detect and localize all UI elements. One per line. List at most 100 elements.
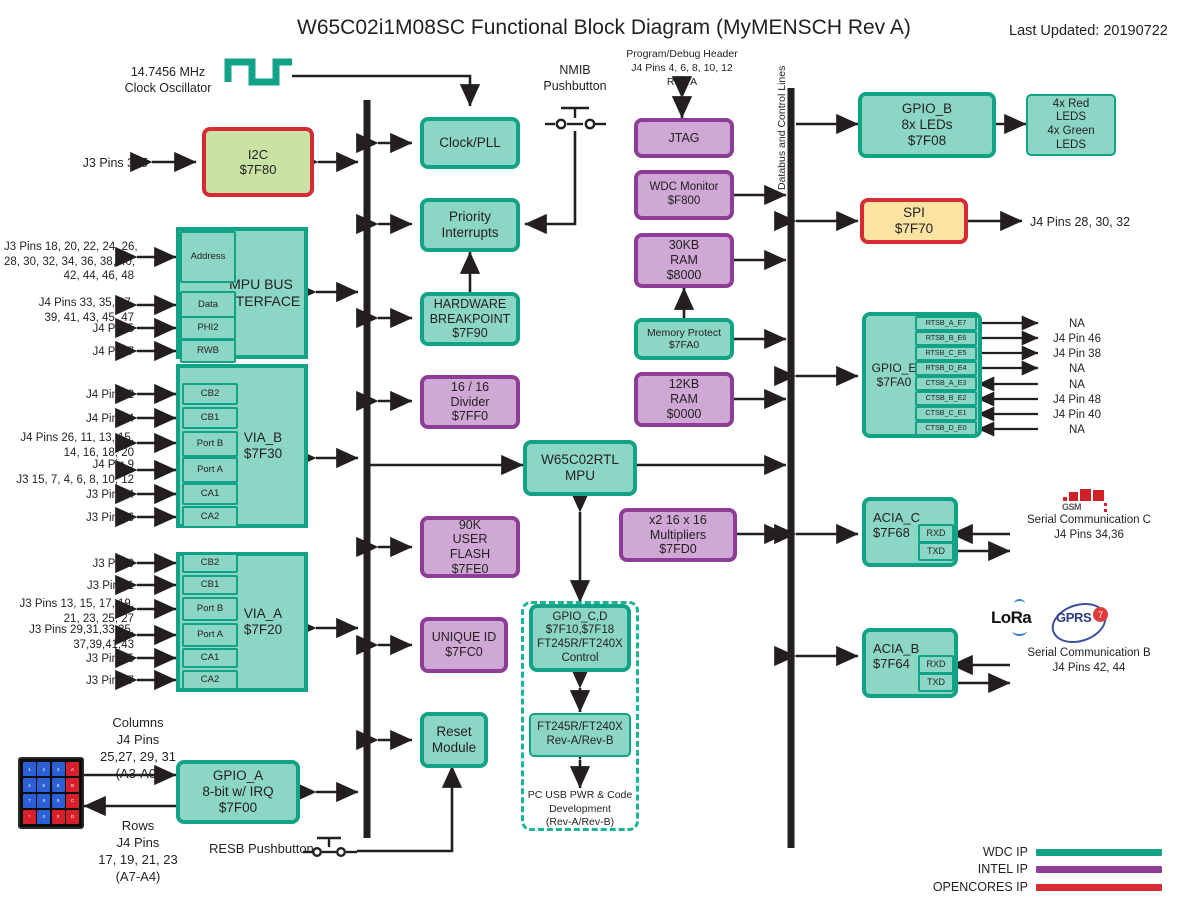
databus-label: Databus and Control Lines	[776, 65, 788, 190]
mpu-address-pins: J3 Pins 18, 20, 22, 24, 26, 28, 30, 32, …	[4, 241, 138, 283]
keypad-key[interactable]: 4	[23, 777, 36, 793]
block-clock-pll[interactable]: Clock/PLL	[420, 117, 520, 169]
gpio-e-rtsb-a-e7[interactable]: RTSB_A_E7	[915, 316, 977, 331]
gpio-e-ctsb-c-e1[interactable]: CTSB_C_E1	[915, 406, 977, 421]
via-a-ca2-pins: J3 Pin 47	[86, 675, 134, 687]
gsm-logo: GSM	[1060, 489, 1122, 515]
block-ft245r[interactable]: FT245R/FT240X Rev-A/Rev-B	[529, 713, 631, 757]
block-w65c02rtl-mpu[interactable]: W65C02RTL MPU	[523, 440, 637, 496]
gprs-badge-icon: 7	[1093, 607, 1108, 622]
block-gpio-b[interactable]: GPIO_B 8x LEDs $7F08	[858, 92, 996, 158]
port-rwb[interactable]: RWB	[180, 339, 236, 363]
keypad-key[interactable]: 9	[51, 793, 65, 809]
keypad-icon[interactable]: 1 2 3 A 4 5 6 B 7 8 9 C * 0 # D	[18, 757, 84, 829]
block-unique-id[interactable]: UNIQUE ID $7FC0	[420, 617, 508, 673]
block-ram-12kb[interactable]: 12KB RAM $0000	[634, 372, 734, 427]
keypad-key[interactable]: 8	[37, 793, 51, 809]
gpio-e-ctsb-b-e2[interactable]: CTSB_B_E2	[915, 391, 977, 406]
block-priority-interrupts[interactable]: Priority Interrupts	[420, 198, 520, 252]
clock-oscillator-label: 14.7456 MHz Clock Oscillator	[124, 65, 212, 95]
via-a-cb1-pins: J3 Pin 11	[86, 580, 134, 592]
keypad-key[interactable]: 3	[51, 762, 65, 777]
via-b-portb-pins: J4 Pins 26, 11, 13, 15, 14, 16, 18, 20	[20, 432, 134, 459]
block-memory-protect[interactable]: Memory Protect $7FA0	[634, 318, 734, 360]
block-jtag[interactable]: JTAG	[634, 118, 734, 158]
gpio-e-pin-6: J4 Pin 40	[1053, 409, 1101, 421]
acia-c-caption: Serial Communication C J4 Pins 34,36	[1027, 514, 1151, 541]
block-ram-30kb[interactable]: 30KB RAM $8000	[634, 233, 734, 288]
port-data[interactable]: Data	[180, 291, 236, 319]
gpio-e-pin-5: J4 Pin 48	[1053, 394, 1101, 406]
block-leds[interactable]: 4x Red LEDS 4x Green LEDS	[1026, 94, 1116, 156]
gpio-e-rtsb-c-e5[interactable]: RTSB_C_E5	[915, 346, 977, 361]
block-wdc-monitor[interactable]: WDC Monitor $F800	[634, 170, 734, 220]
port-address[interactable]: Address	[180, 231, 236, 283]
via-b-cb1-pins: J4 Pin 24	[86, 413, 134, 425]
via-a-cb1[interactable]: CB1	[182, 575, 238, 595]
usb-note-label: PC USB PWR & Code Development (Rev-A/Rev…	[527, 789, 633, 829]
nmib-pushbutton-icon	[545, 106, 606, 130]
via-b-port-a[interactable]: Port A	[182, 457, 238, 483]
block-reset-module[interactable]: Reset Module	[420, 712, 488, 768]
keypad-key[interactable]: 7	[23, 793, 36, 809]
block-multipliers[interactable]: x2 16 x 16 Multipliers $7FD0	[619, 508, 737, 562]
block-i2c[interactable]: I2C $7F80	[202, 127, 314, 197]
via-b-cb2-pins: J4 Pin 22	[86, 389, 134, 401]
legend-swatch-opencores	[1036, 884, 1162, 891]
gpio-e-pin-0: NA	[1069, 318, 1085, 330]
via-a-port-b[interactable]: Port B	[182, 597, 238, 621]
via-a-ca2[interactable]: CA2	[182, 670, 238, 690]
debug-header-label: Program/Debug Header J4 Pins 4, 6, 8, 10,…	[626, 48, 738, 88]
keypad-key[interactable]: 1	[23, 762, 36, 777]
lora-wave-icon	[1014, 599, 1025, 608]
keypad-key[interactable]: C	[66, 793, 79, 809]
page-title: W65C02i1M08SC Functional Block Diagram (…	[297, 16, 911, 39]
port-phi2[interactable]: PHI2	[180, 316, 236, 340]
via-b-port-b[interactable]: Port B	[182, 431, 238, 457]
acia-c-txd[interactable]: TXD	[918, 542, 954, 561]
acia-b-caption: Serial Communication B J4 Pins 42, 44	[1027, 647, 1151, 674]
square-wave-icon	[224, 58, 292, 86]
gpio-e-pin-7: NA	[1069, 424, 1085, 436]
via-b-cb2[interactable]: CB2	[182, 383, 238, 405]
via-a-ca1-pins: J3 Pin 45	[86, 653, 134, 665]
block-spi[interactable]: SPI $7F70	[860, 198, 968, 244]
keypad-key[interactable]: #	[51, 809, 65, 824]
legend-label-intel: INTEL IP	[977, 862, 1028, 876]
resb-label: RESB Pushbutton	[209, 841, 314, 856]
keypad-key[interactable]: 0	[37, 809, 51, 824]
acia-b-txd[interactable]: TXD	[918, 673, 954, 692]
block-gpio-cd[interactable]: GPIO_C,D $7F10,$7F18 FT245R/FT240X Contr…	[529, 604, 631, 672]
block-divider[interactable]: 16 / 16 Divider $7FF0	[420, 375, 520, 429]
acia-b-rxd[interactable]: RXD	[918, 655, 954, 674]
acia-c-rxd[interactable]: RXD	[918, 524, 954, 543]
mpu-rwb-pins: J4 Pin 7	[92, 346, 134, 358]
keypad-key[interactable]: 6	[51, 777, 65, 793]
gpio-e-rtsb-b-e6[interactable]: RTSB_B_E6	[915, 331, 977, 346]
gpio-e-ctsb-d-e0[interactable]: CTSB_D_E0	[915, 421, 977, 436]
via-a-port-a[interactable]: Port A	[182, 623, 238, 647]
keypad-key[interactable]: *	[23, 809, 36, 824]
keypad-key[interactable]: 2	[37, 762, 51, 777]
via-b-ca2-pins: J3 Pin 16	[86, 512, 134, 524]
via-a-cb2[interactable]: CB2	[182, 553, 238, 573]
i2c-pins-label: J3 Pins 3, 5	[82, 156, 148, 170]
via-a-ca1[interactable]: CA1	[182, 648, 238, 668]
via-b-ca1-pins: J3 Pin 14	[86, 489, 134, 501]
keypad-key[interactable]: 5	[37, 777, 51, 793]
gpio-e-pin-2: J4 Pin 38	[1053, 348, 1101, 360]
legend-swatch-wdc	[1036, 849, 1162, 856]
via-a-cb2-pins: J3 Pin 9	[92, 558, 134, 570]
spi-pins-label: J4 Pins 28, 30, 32	[1030, 215, 1131, 229]
via-b-ca1[interactable]: CA1	[182, 483, 238, 505]
via-b-cb1[interactable]: CB1	[182, 407, 238, 429]
block-hardware-breakpoint[interactable]: HARDWARE BREAKPOINT $7F90	[420, 292, 520, 346]
via-b-ca2[interactable]: CA2	[182, 506, 238, 528]
legend-label-opencores: OPENCORES IP	[932, 880, 1028, 894]
gpio-e-ctsb-a-e3[interactable]: CTSB_A_E3	[915, 376, 977, 391]
via-a-porta-pins: J3 Pins 29,31,33,35, 37,39,41,43	[29, 624, 134, 651]
gpio-e-rtsb-d-e4[interactable]: RTSB_D_E4	[915, 361, 977, 376]
block-user-flash[interactable]: 90K USER FLASH $7FE0	[420, 516, 520, 578]
gprs-logo: GPRS	[1056, 610, 1092, 625]
block-gpio-a[interactable]: GPIO_A 8-bit w/ IRQ $7F00	[176, 760, 300, 824]
